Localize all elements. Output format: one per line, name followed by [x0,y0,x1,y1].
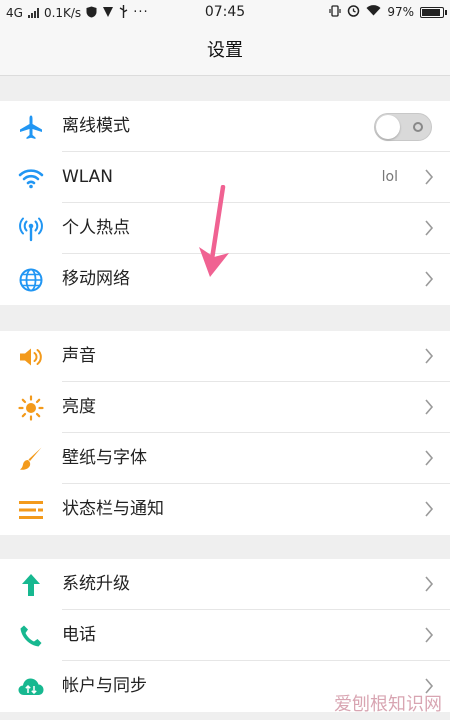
page-title: 设置 [0,26,450,76]
chevron-right-icon [425,399,434,415]
setting-item-system-update[interactable]: 系统升级 [0,559,450,610]
cloud-sync-icon [0,676,62,698]
speaker-icon [0,346,62,368]
setting-item-status-bar-notifications[interactable]: 状态栏与通知 [0,484,450,535]
settings-group-display: 声音 亮度 壁纸与字体 状态栏与通知 [0,331,450,535]
wlan-network-name: lol [381,169,398,185]
setting-label: 个人热点 [62,203,450,254]
setting-label: 电话 [62,610,450,661]
airplane-icon [0,114,62,140]
setting-item-wallpaper-fonts[interactable]: 壁纸与字体 [0,433,450,484]
wifi-status-icon [366,5,381,19]
chevron-right-icon [425,501,434,517]
setting-item-airplane-mode[interactable]: 离线模式 [0,101,450,152]
setting-item-brightness[interactable]: 亮度 [0,382,450,433]
setting-label: 系统升级 [62,559,450,610]
status-bar: 4G 0.1K/s ··· 07:45 97% [0,0,450,26]
battery-icon [420,6,447,18]
chevron-right-icon [425,576,434,592]
annotation-arrow-icon [199,185,229,277]
arrow-up-icon [0,572,62,598]
wifi-icon [0,167,62,189]
chevron-right-icon [425,169,434,185]
sun-icon [0,394,62,421]
setting-item-sound[interactable]: 声音 [0,331,450,382]
hotspot-icon [0,216,62,242]
setting-label: 状态栏与通知 [62,499,164,519]
setting-label: 壁纸与字体 [62,433,450,484]
chevron-right-icon [425,450,434,466]
setting-label: 亮度 [62,382,450,433]
chevron-right-icon [425,627,434,643]
brush-icon [0,446,62,472]
vibrate-icon [329,4,341,20]
watermark: 爱刨根知识网 [334,694,442,715]
chevron-right-icon [425,348,434,364]
setting-label: 移动网络 [62,269,130,289]
setting-item-phone[interactable]: 电话 [0,610,450,661]
airplane-mode-toggle[interactable] [374,113,432,141]
alarm-icon [347,4,360,20]
battery-percent: 97% [387,5,414,19]
list-icon [0,499,62,521]
chevron-right-icon [425,220,434,236]
chevron-right-icon [425,271,434,287]
globe-icon [0,267,62,293]
setting-label: 声音 [62,331,450,382]
phone-icon [0,624,62,648]
